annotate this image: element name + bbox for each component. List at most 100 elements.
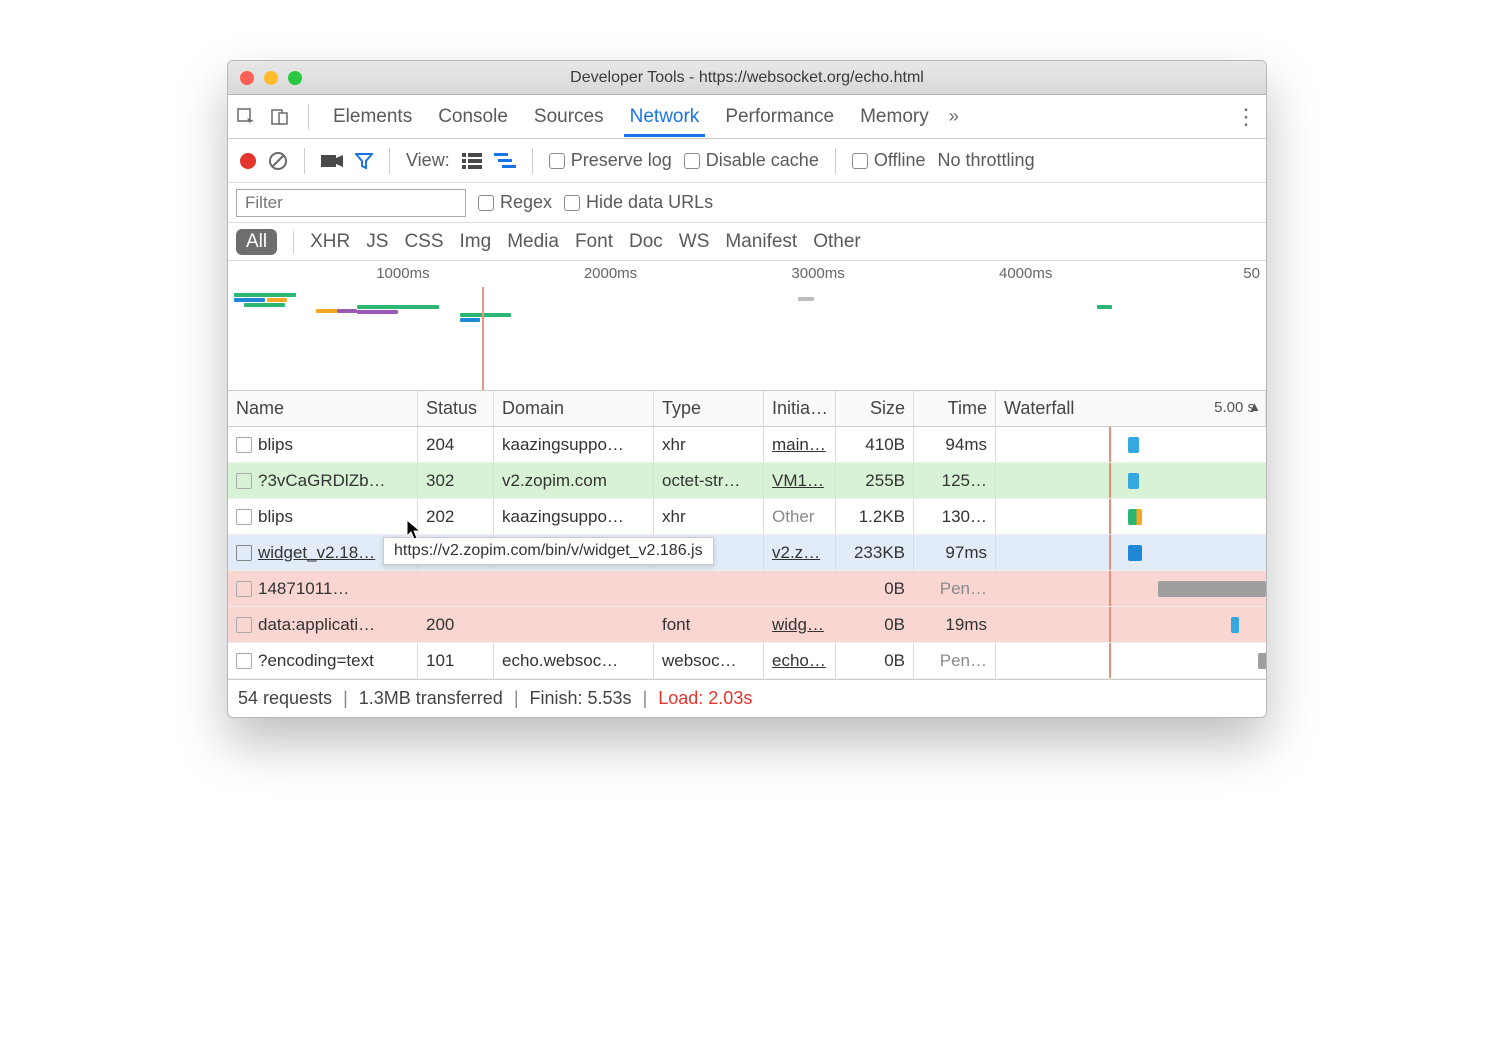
table-row[interactable]: ?encoding=text 101 echo.websoc… websoc… … [228, 643, 1266, 679]
file-icon [236, 545, 252, 561]
waterfall-view-icon[interactable] [494, 153, 516, 169]
clear-icon[interactable] [268, 151, 288, 171]
category-css[interactable]: CSS [404, 231, 443, 253]
col-type[interactable]: Type [654, 391, 764, 426]
cell-size: 410B [836, 427, 914, 462]
cell-type: websoc… [654, 643, 764, 678]
cell-initiator[interactable]: widg… [764, 607, 836, 642]
hide-data-urls-label: Hide data URLs [586, 192, 713, 213]
table-row[interactable]: blips 202 kaazingsuppo… xhr Other 1.2KB … [228, 499, 1266, 535]
cell-type [654, 571, 764, 606]
filter-row: Regex Hide data URLs [228, 183, 1266, 223]
cell-type: xhr [654, 499, 764, 534]
load-marker [482, 287, 484, 390]
cell-size: 1.2KB [836, 499, 914, 534]
waterfall-cell [996, 571, 1266, 606]
category-js[interactable]: JS [366, 231, 388, 253]
waterfall-cell [996, 499, 1266, 534]
status-bar: 54 requests | 1.3MB transferred | Finish… [228, 679, 1266, 717]
cell-initiator[interactable] [764, 571, 836, 606]
file-icon [236, 653, 252, 669]
col-waterfall-label: Waterfall [1004, 398, 1074, 419]
tab-memory[interactable]: Memory [854, 98, 935, 136]
col-initiator[interactable]: Initia… [764, 391, 836, 426]
category-font[interactable]: Font [575, 231, 613, 253]
col-domain[interactable]: Domain [494, 391, 654, 426]
cell-status: 200 [418, 607, 494, 642]
regex-checkbox[interactable]: Regex [478, 192, 552, 213]
preserve-log-label: Preserve log [571, 150, 672, 171]
cell-initiator[interactable]: Other [764, 499, 836, 534]
offline-checkbox[interactable]: Offline [852, 150, 926, 171]
tab-performance[interactable]: Performance [719, 98, 840, 136]
inspect-icon[interactable] [236, 107, 256, 127]
filter-icon[interactable] [355, 152, 373, 170]
tab-network[interactable]: Network [624, 98, 706, 136]
cell-domain: v2.zopim.com [494, 463, 654, 498]
filter-input[interactable] [236, 189, 466, 217]
waterfall-cell [996, 643, 1266, 678]
tick: 50 [1058, 265, 1266, 282]
separator [389, 148, 390, 174]
transferred: 1.3MB transferred [359, 688, 503, 709]
table-row[interactable]: data:applicati… 200 font widg… 0B 19ms [228, 607, 1266, 643]
category-media[interactable]: Media [507, 231, 559, 253]
tick: 3000ms [643, 265, 851, 282]
table-row[interactable]: ?3vCaGRDlZb… 302 v2.zopim.com octet-str…… [228, 463, 1266, 499]
tab-sources[interactable]: Sources [528, 98, 610, 136]
cell-initiator[interactable]: v2.z… [764, 535, 836, 570]
load-time: Load: 2.03s [658, 688, 752, 709]
device-toggle-icon[interactable] [270, 107, 290, 127]
col-status[interactable]: Status [418, 391, 494, 426]
col-waterfall[interactable]: Waterfall 5.00 s ▲ [996, 391, 1266, 426]
tab-elements[interactable]: Elements [327, 98, 418, 136]
cell-size: 255B [836, 463, 914, 498]
tab-console[interactable]: Console [432, 98, 514, 136]
cell-type: font [654, 607, 764, 642]
disable-cache-checkbox[interactable]: Disable cache [684, 150, 819, 171]
url-tooltip: https://v2.zopim.com/bin/v/widget_v2.186… [383, 537, 714, 565]
large-rows-icon[interactable] [462, 153, 482, 169]
category-ws[interactable]: WS [679, 231, 710, 253]
kebab-menu-icon[interactable]: ⋮ [1235, 104, 1258, 130]
cell-initiator[interactable]: echo… [764, 643, 836, 678]
request-name: blips [258, 435, 293, 455]
request-name: data:applicati… [258, 615, 375, 635]
network-toolbar: View: Preserve log Disable cache Offline… [228, 139, 1266, 183]
col-size[interactable]: Size [836, 391, 914, 426]
more-tabs-icon[interactable]: » [949, 106, 959, 127]
category-doc[interactable]: Doc [629, 231, 663, 253]
tick: 4000ms [851, 265, 1059, 282]
col-name[interactable]: Name [228, 391, 418, 426]
cell-size: 0B [836, 643, 914, 678]
preserve-log-checkbox[interactable]: Preserve log [549, 150, 672, 171]
file-icon [236, 581, 252, 597]
hide-data-urls-checkbox[interactable]: Hide data URLs [564, 192, 713, 213]
disable-cache-label: Disable cache [706, 150, 819, 171]
cell-initiator[interactable]: main… [764, 427, 836, 462]
sort-arrow-icon: ▲ [1248, 399, 1261, 414]
separator [304, 148, 305, 174]
throttling-select[interactable]: No throttling [938, 150, 1035, 171]
cell-status: 302 [418, 463, 494, 498]
table-header: Name Status Domain Type Initia… Size Tim… [228, 391, 1266, 427]
category-xhr[interactable]: XHR [310, 231, 350, 253]
timeline-bars [234, 291, 1260, 361]
camera-icon[interactable] [321, 153, 343, 169]
waterfall-cell [996, 607, 1266, 642]
cell-initiator[interactable]: VM1… [764, 463, 836, 498]
timeline-overview[interactable]: 1000ms 2000ms 3000ms 4000ms 50 [228, 261, 1266, 391]
col-time[interactable]: Time [914, 391, 996, 426]
cell-type: xhr [654, 427, 764, 462]
category-manifest[interactable]: Manifest [725, 231, 797, 253]
table-row[interactable]: blips 204 kaazingsuppo… xhr main… 410B 9… [228, 427, 1266, 463]
request-name: widget_v2.18… [258, 543, 375, 563]
category-img[interactable]: Img [460, 231, 492, 253]
table-row[interactable]: 14871011… 0B Pen… [228, 571, 1266, 607]
window-title: Developer Tools - https://websocket.org/… [228, 69, 1266, 87]
cell-time: Pen… [914, 571, 996, 606]
file-icon [236, 437, 252, 453]
record-button[interactable] [240, 153, 256, 169]
category-other[interactable]: Other [813, 231, 861, 253]
category-all[interactable]: All [236, 229, 277, 255]
